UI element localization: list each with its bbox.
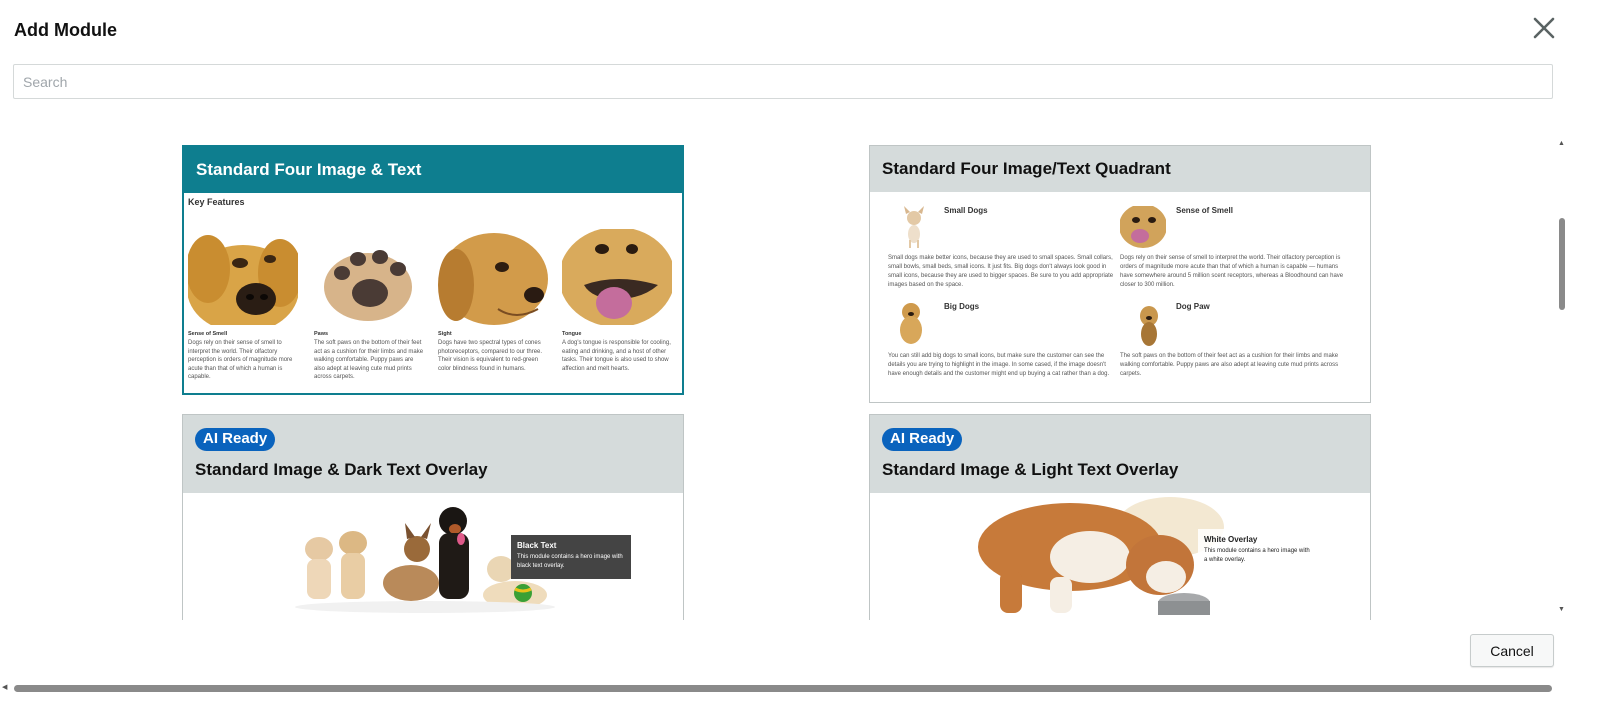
feature-item: Tongue A dog's tongue is responsible for… — [562, 229, 674, 373]
vertical-scrollbar[interactable] — [1556, 140, 1568, 618]
feature-name: Paws — [314, 331, 329, 337]
module-list[interactable]: Standard Four Image & Text Key Features — [0, 140, 1560, 620]
feature-name: Sense of Smell — [188, 331, 228, 337]
card-preview: Key Features Sense of Smell Dogs rely on… — [184, 193, 682, 393]
horizontal-scrollbar-thumb[interactable] — [14, 685, 1552, 692]
feature-name: Sight — [438, 331, 452, 337]
card-header: AI Ready Standard Image & Light Text Ove… — [870, 415, 1370, 493]
module-card-dark-text-overlay[interactable]: AI Ready Standard Image & Dark Text Over… — [182, 414, 684, 620]
cancel-button[interactable]: Cancel — [1470, 634, 1554, 667]
small-dog-image — [894, 206, 934, 248]
overlay-text: This module contains a hero image with a… — [1204, 548, 1310, 563]
ai-ready-badge: AI Ready — [882, 428, 963, 451]
overlay-title: Black Text — [517, 541, 557, 550]
card-header: Standard Four Image/Text Quadrant — [870, 146, 1370, 192]
quadrant-name: Big Dogs — [944, 302, 980, 311]
module-card-light-text-overlay[interactable]: AI Ready Standard Image & Light Text Ove… — [869, 414, 1371, 620]
close-button[interactable] — [1530, 14, 1558, 42]
overlay-title: White Overlay — [1204, 535, 1258, 544]
card-preview: Black Text This module contains a hero i… — [183, 493, 683, 620]
dog-nose-image — [188, 229, 298, 325]
card-preview: Small Dogs Small dogs make better icons,… — [870, 192, 1370, 402]
feature-name: Tongue — [562, 331, 582, 337]
close-icon — [1533, 17, 1555, 39]
feature-desc: The soft paws on the bottom of their fee… — [314, 340, 424, 380]
card-header: Standard Four Image & Text — [184, 147, 682, 193]
scroll-up-arrow-icon[interactable]: ▲ — [1558, 140, 1565, 147]
dog-tongue-image — [562, 229, 672, 325]
quadrant-name: Sense of Smell — [1176, 206, 1233, 215]
feature-desc: A dog's tongue is responsible for coolin… — [562, 340, 671, 372]
dark-text-overlay: Black Text This module contains a hero i… — [511, 535, 631, 579]
card-title: Standard Image & Dark Text Overlay — [195, 460, 488, 479]
quadrant-desc: Dogs rely on their sense of smell to int… — [1120, 255, 1344, 288]
bulldog-puppy-image — [978, 497, 1224, 615]
feature-desc: Dogs have two spectral types of cones ph… — [438, 340, 543, 372]
quadrant-desc: Small dogs make better icons, because th… — [888, 255, 1114, 288]
quadrant-desc: You can still add big dogs to small icon… — [888, 353, 1110, 377]
card-preview: White Overlay This module contains a her… — [870, 493, 1370, 620]
scroll-left-arrow-icon[interactable]: ◀ — [2, 683, 7, 691]
vertical-scrollbar-thumb[interactable] — [1559, 218, 1565, 310]
sense-of-smell-image — [1120, 206, 1166, 248]
ai-ready-badge: AI Ready — [195, 428, 276, 451]
overlay-text: This module contains a hero image with b… — [517, 554, 623, 569]
quadrant-name: Dog Paw — [1176, 302, 1210, 311]
scroll-down-arrow-icon[interactable]: ▼ — [1558, 606, 1565, 613]
modal-title: Add Module — [14, 20, 117, 40]
card-title: Standard Four Image & Text — [196, 160, 422, 179]
module-card-four-image-quadrant[interactable]: Standard Four Image/Text Quadrant Small … — [869, 145, 1371, 403]
card-header: AI Ready Standard Image & Dark Text Over… — [183, 415, 683, 493]
key-features-label: Key Features — [188, 197, 245, 207]
feature-item: Sight Dogs have two spectral types of co… — [438, 229, 550, 373]
search-input[interactable] — [13, 64, 1553, 99]
dog-eye-image — [438, 229, 548, 325]
quadrant-desc: The soft paws on the bottom of their fee… — [1120, 353, 1339, 377]
feature-item: Paws The soft paws on the bottom of thei… — [314, 229, 426, 382]
feature-desc: Dogs rely on their sense of smell to int… — [188, 340, 293, 380]
card-title: Standard Four Image/Text Quadrant — [882, 159, 1171, 178]
big-dog-image — [896, 302, 926, 348]
module-card-four-image-text[interactable]: Standard Four Image & Text Key Features — [182, 145, 684, 395]
dog-paw-image — [1134, 302, 1164, 348]
light-text-overlay: White Overlay This module contains a her… — [1198, 529, 1318, 573]
quadrant-name: Small Dogs — [944, 206, 988, 215]
card-title: Standard Image & Light Text Overlay — [882, 460, 1179, 479]
dog-paw-image — [314, 229, 424, 325]
feature-item: Sense of Smell Dogs rely on their sense … — [188, 229, 300, 382]
